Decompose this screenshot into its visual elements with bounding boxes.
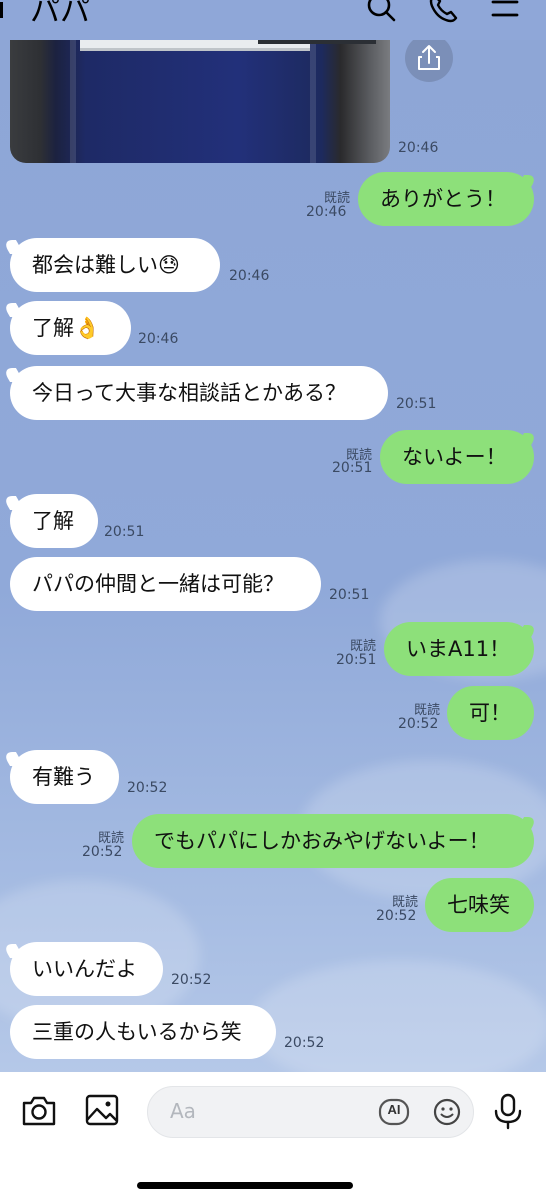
message-bubble[interactable]: 七味笑 <box>425 878 534 932</box>
message-time: 20:51 <box>336 652 377 668</box>
message-bubble[interactable]: 都会は難しい😓 <box>10 238 220 292</box>
ai-button[interactable]: AI <box>378 1097 410 1127</box>
message-time: 20:46 <box>306 204 347 220</box>
mic-icon[interactable] <box>490 1092 526 1132</box>
message-time: 20:52 <box>82 844 123 860</box>
message-time: 20:52 <box>376 908 417 924</box>
search-icon[interactable] <box>364 0 398 26</box>
share-icon <box>418 45 440 70</box>
chat-header: パパ <box>0 0 546 40</box>
chat-title: パパ <box>30 0 90 29</box>
message-time: 20:51 <box>332 460 373 476</box>
message-time: 20:52 <box>284 1035 325 1051</box>
message-bubble[interactable]: 三重の人もいるから笑 <box>10 1005 276 1059</box>
message-bubble[interactable]: ありがとう！ <box>358 172 534 226</box>
message-input-bar: Aa AI <box>0 1072 546 1200</box>
ai-label: AI <box>387 1102 401 1117</box>
input-placeholder: Aa <box>170 1099 196 1123</box>
image-icon[interactable] <box>84 1092 120 1128</box>
message-time: 20:52 <box>398 716 439 732</box>
message-input[interactable]: Aa AI <box>147 1086 474 1138</box>
emoji-icon[interactable] <box>432 1097 462 1127</box>
back-button[interactable] <box>0 2 3 18</box>
message-bubble[interactable]: 有難う <box>10 750 119 804</box>
message-bubble[interactable]: パパの仲間と一緒は可能？ <box>10 557 321 611</box>
phone-icon[interactable] <box>426 0 460 26</box>
message-time: 20:46 <box>138 331 179 347</box>
message-bubble[interactable]: 了解 <box>10 494 98 548</box>
message-bubble[interactable]: 可！ <box>447 686 534 740</box>
message-time: 20:51 <box>396 396 437 412</box>
message-time: 20:51 <box>329 587 370 603</box>
message-time: 20:51 <box>104 524 145 540</box>
share-button[interactable] <box>405 34 453 82</box>
home-indicator <box>137 1182 353 1189</box>
message-time: 20:52 <box>127 780 168 796</box>
message-time: 20:52 <box>171 972 212 988</box>
message-bubble[interactable]: 了解👌 <box>10 301 131 355</box>
message-bubble[interactable]: 今日って大事な相談話とかある？ <box>10 366 388 420</box>
message-bubble[interactable]: でもパパにしかおみやげないよー！ <box>132 814 534 868</box>
message-time: 20:46 <box>229 268 270 284</box>
menu-icon[interactable] <box>488 0 522 26</box>
message-bubble[interactable]: いいんだよ <box>10 942 163 996</box>
message-bubble[interactable]: いまA11！ <box>384 622 534 676</box>
message-bubble[interactable]: ないよー！ <box>380 430 534 484</box>
message-time: 20:46 <box>398 140 439 156</box>
camera-icon[interactable] <box>20 1092 58 1130</box>
